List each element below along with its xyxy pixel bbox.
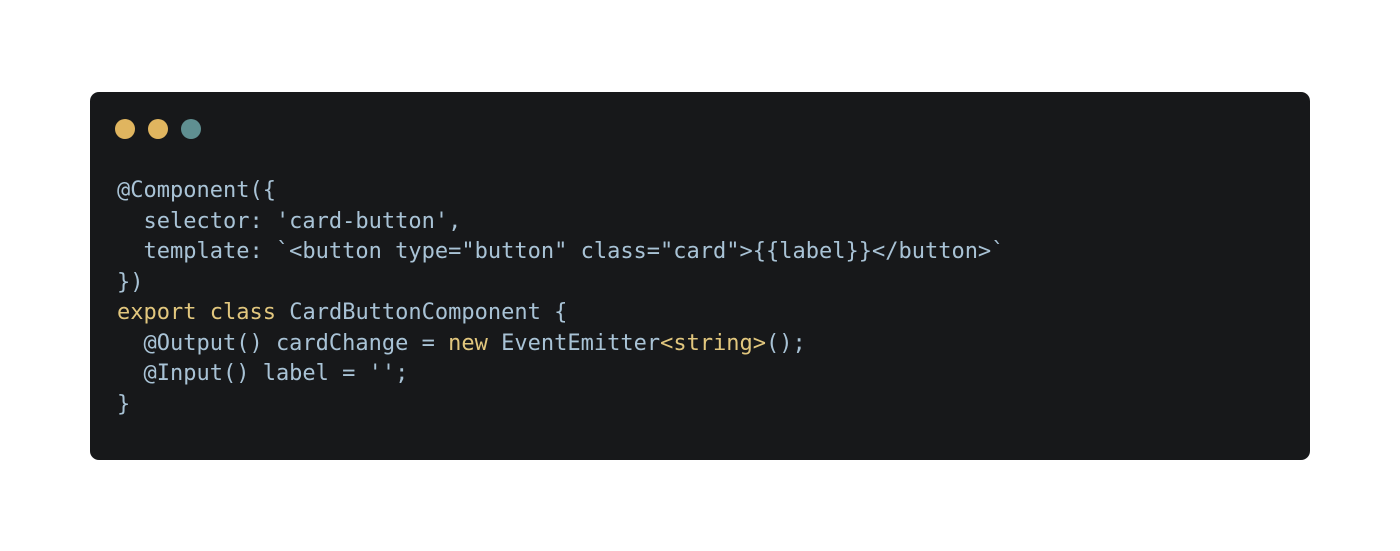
minimize-dot-icon[interactable] [148,119,168,139]
window-controls [115,119,201,139]
code-line: @Input() label = ''; [117,359,1004,390]
code-keyword: class [209,300,276,325]
code-token: @Component({ [117,178,276,203]
code-token: @Input() label = ''; [117,361,409,386]
code-block: @Component({ selector: 'card-button', te… [117,176,1004,420]
code-keyword: new [448,330,488,356]
code-token: @Output() cardChange = [117,330,449,356]
code-line: }) [117,268,1004,299]
code-line: } [117,390,1004,421]
code-line: template: `<button type="button" class="… [117,237,1004,268]
code-token: (); [766,330,806,356]
code-token: CardButtonComponent { [275,300,568,325]
code-line: selector: 'card-button', [117,207,1004,238]
code-line: @Component({ [117,176,1004,207]
code-line: export class CardButtonComponent { [117,298,1004,329]
code-line: @Output() cardChange = new EventEmitter<… [117,329,1004,360]
code-token: template: `<button type="button" class="… [117,239,1005,264]
code-window: @Component({ selector: 'card-button', te… [90,92,1310,460]
code-token: }) [117,269,144,295]
code-token: selector: 'card-button', [117,208,462,234]
code-keyword: <string> [660,330,767,356]
close-dot-icon[interactable] [115,119,135,139]
code-token: } [117,391,131,417]
code-keyword: export [117,300,197,325]
code-token: EventEmitter [487,330,661,356]
maximize-dot-icon[interactable] [181,119,201,139]
